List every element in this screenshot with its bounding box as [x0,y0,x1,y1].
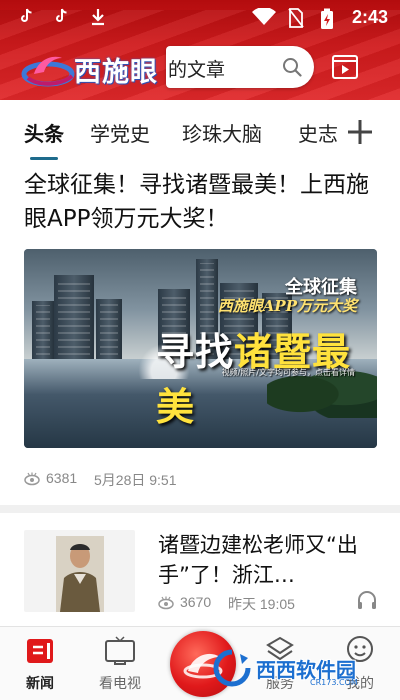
search-scrolling-text: 的文章 [168,59,226,81]
tab-chronicles[interactable]: 史志 [298,118,338,147]
tv-icon [105,636,135,665]
app-header: 2:43 西施眼 的文章 [0,0,400,100]
watermark-logo-icon [213,649,251,687]
building [54,275,94,359]
article-date: 昨天 19:05 [228,596,295,612]
headphones-icon[interactable] [356,589,378,611]
watermark-sub: CR173.COM [310,678,358,687]
news-icon [27,639,53,663]
no-sim-icon [288,8,304,33]
feature-date: 5月28日 9:51 [94,472,177,488]
article-thumbnail[interactable] [24,530,135,612]
swirl-logo-icon [21,56,75,87]
logo-text: 西施眼 [74,57,158,87]
nav-news-label: 新闻 [26,676,54,692]
search-icon[interactable] [282,57,302,77]
status-bar: 2:43 [0,0,400,36]
article-view-count: 3670 [180,594,212,610]
building [96,299,122,359]
nav-news[interactable]: 新闻 [0,627,80,700]
feature-view-count: 6381 [46,470,78,486]
tab-headlines[interactable]: 头条 [24,118,64,147]
tiktok-icon [20,8,34,29]
wifi-icon [252,7,276,31]
watermark: 西西软件园 CR173.COM [210,648,390,688]
search-input[interactable]: 的文章 [166,46,314,88]
battery-charging-icon [320,8,334,35]
add-channel-icon[interactable] [346,118,374,146]
banner-line2: 西施眼APP万元大奖 [217,297,357,315]
video-play-icon[interactable] [330,52,360,82]
banner-caption: 视频/照片/文字均可参与，点击看详情 [221,368,355,377]
section-divider [0,505,400,513]
feature-banner-image[interactable]: 全球征集 西施眼APP万元大奖 寻找诸暨最美 视频/照片/文字均可参与，点击看详… [24,249,377,448]
building [32,301,54,359]
download-icon [90,8,106,31]
article-title[interactable]: 诸暨边建松老师又“出手”了！浙江… [158,530,378,590]
app-logo[interactable]: 西施眼 [20,44,170,92]
category-tabs: 头条 学党史 珍珠大脑 史志 [0,100,400,162]
views-icon [158,596,174,610]
tab-party-history[interactable]: 学党史 [90,118,150,147]
tiktok-icon [55,8,69,29]
person-photo [56,536,104,612]
feature-article-title[interactable]: 全球征集！寻找诸暨最美！上西施眼APP领万元大奖！ [24,168,376,236]
tab-pearl-brain[interactable]: 珍珠大脑 [182,118,262,147]
active-tab-indicator [30,157,58,160]
status-time: 2:43 [351,7,388,27]
nav-tv-label: 看电视 [99,676,141,692]
nav-tv[interactable]: 看电视 [80,627,160,700]
views-icon [24,472,40,486]
